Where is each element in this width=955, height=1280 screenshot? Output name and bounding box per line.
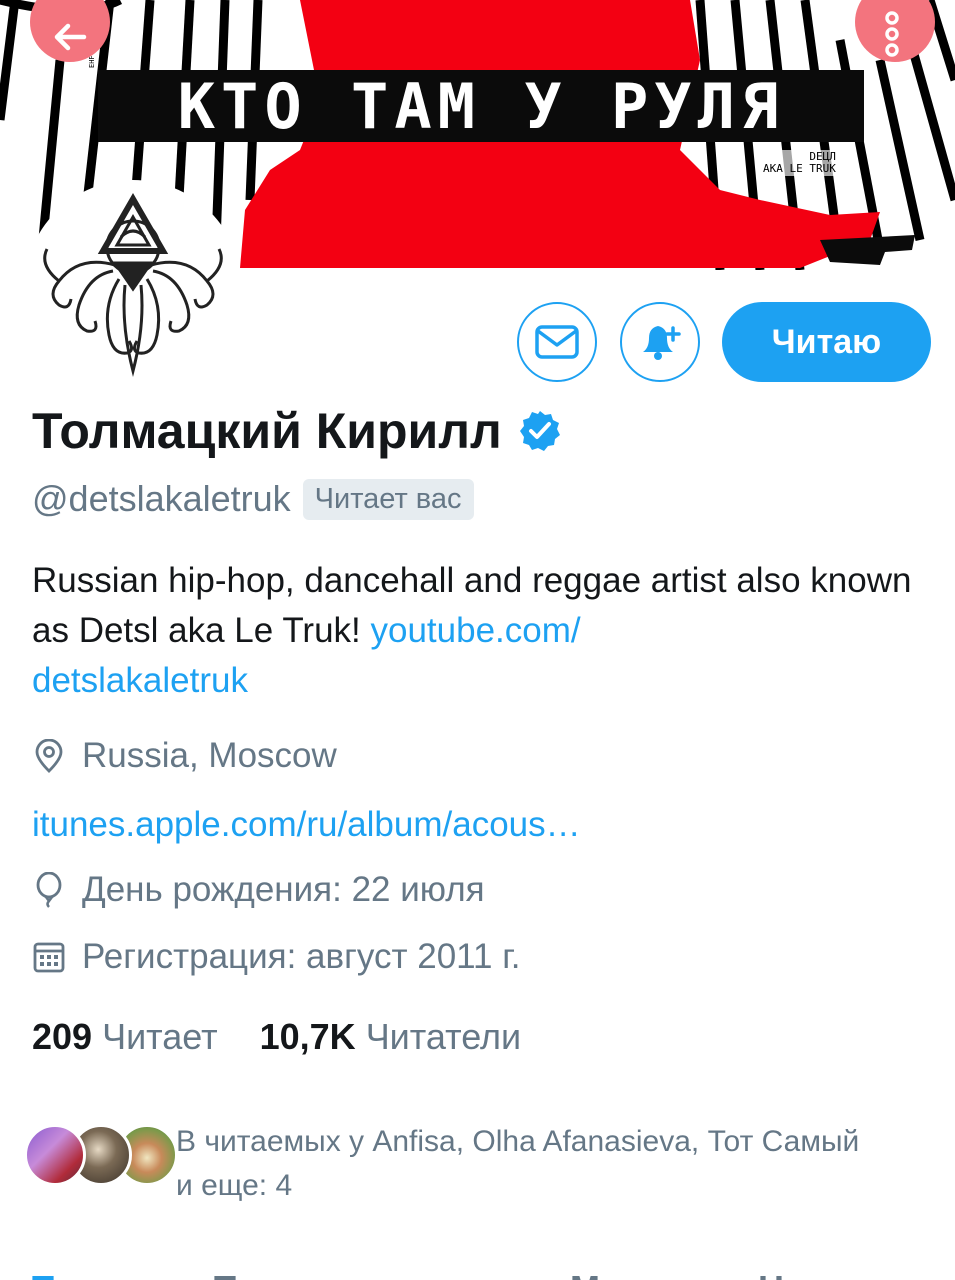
profile-handle: @detslakaletruk	[32, 478, 291, 519]
notifications-button[interactable]	[620, 302, 700, 382]
following-button[interactable]: Читаю	[722, 302, 931, 382]
name-row: Толмацкий Кирилл	[32, 402, 562, 460]
profile-tabs: Твиты Твиты и ответы Медиа Нравится	[0, 1262, 955, 1280]
bio-link-line1: youtube.com/	[370, 611, 581, 650]
profile-bio: Russian hip-hop, dancehall and reggae ar…	[32, 556, 912, 706]
following-label: Читает	[102, 1016, 218, 1057]
tab-tweets[interactable]: Твиты	[32, 1268, 145, 1280]
followers-count: 10,7K	[259, 1016, 356, 1057]
banner-title-plate: КТО ТАМ У РУЛЯ	[98, 69, 864, 143]
profile-birthday: День рождения: 22 июля	[32, 870, 485, 910]
following-stat[interactable]: 209 Читает	[32, 1016, 218, 1058]
profile-name: Толмацкий Кирилл	[32, 403, 502, 459]
following-count: 209	[32, 1016, 93, 1057]
followed-by-line2: и еще: 4	[176, 1169, 293, 1202]
calendar-icon	[32, 940, 66, 974]
follow-stats: 209 Читает 10,7K Читатели	[32, 1016, 563, 1058]
website-link[interactable]: itunes.apple.com/ru/album/acous…	[32, 805, 581, 845]
profile-avatar[interactable]	[24, 180, 242, 398]
verified-badge-icon	[519, 411, 560, 451]
tab-likes[interactable]: Нравится	[758, 1268, 928, 1280]
follows-you-badge: Читает вас	[302, 478, 474, 520]
tab-media[interactable]: Медиа	[570, 1268, 685, 1280]
mail-icon	[535, 325, 579, 359]
more-vertical-icon	[885, 11, 899, 57]
message-button[interactable]	[517, 302, 597, 382]
bell-plus-icon	[643, 326, 681, 360]
location-text: Russia, Moscow	[82, 736, 337, 775]
banner-artist-tag-line2: AKA LE TRUK	[763, 162, 836, 175]
balloon-icon	[32, 872, 66, 908]
profile-location: Russia, Moscow	[32, 736, 337, 776]
banner-title-text: КТО ТАМ У РУЛЯ	[177, 69, 785, 143]
followers-label: Читатели	[365, 1016, 522, 1057]
followed-by-line1: В читаемых у Anfisa, Olha Afanasieva, То…	[176, 1125, 860, 1158]
avatar	[24, 1124, 86, 1186]
back-arrow-icon	[54, 23, 87, 51]
joined-text: Регистрация: август 2011 г.	[82, 937, 521, 976]
banner-artist-tag: DEЦЛ AKA LE TRUK	[760, 150, 839, 176]
followers-stat[interactable]: 10,7K Читатели	[260, 1016, 522, 1058]
location-pin-icon	[32, 739, 66, 773]
profile-joined: Регистрация: август 2011 г.	[32, 937, 520, 977]
bio-link-line2: detslakaletruk	[32, 661, 248, 700]
tab-tweets-replies[interactable]: Твиты и ответы	[214, 1268, 498, 1280]
followed-by-text: В читаемых у Anfisa, Olha Afanasieva, То…	[176, 1120, 936, 1208]
handle-row: @detslakaletruk Читает вас	[32, 478, 474, 520]
followed-by-section[interactable]: В читаемых у Anfisa, Olha Afanasieva, То…	[24, 1120, 936, 1208]
birthday-text: День рождения: 22 июля	[82, 870, 485, 909]
profile-website[interactable]: itunes.apple.com/ru/album/acous…	[32, 805, 581, 845]
followed-by-avatars	[24, 1120, 178, 1190]
avatar-octopus-emblem	[43, 192, 223, 377]
